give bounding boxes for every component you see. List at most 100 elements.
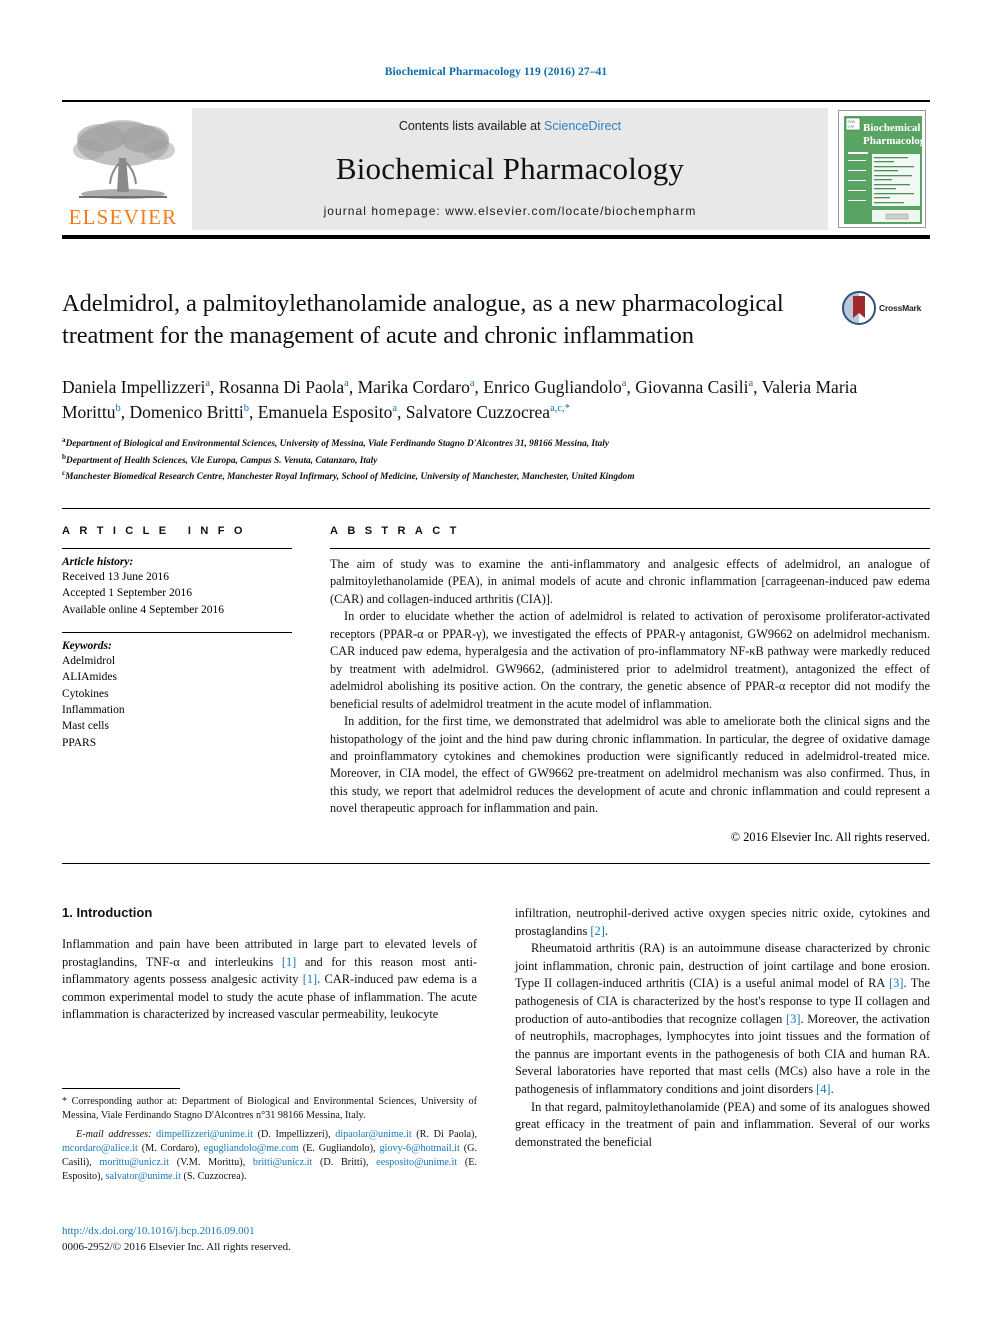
author-affiliation-marker: a — [469, 377, 475, 389]
email-link[interactable]: dipaolar@unime.it — [335, 1129, 411, 1140]
cover-image: ISSN 0006 Biochemical Pharmacology — [838, 110, 931, 228]
author-name: Daniela Impellizzeri — [62, 376, 206, 397]
article-first-page: Biochemical Pharmacology 119 (2016) 27–4… — [0, 0, 992, 1323]
email-link[interactable]: egugliandolo@me.com — [204, 1143, 299, 1154]
article-history-item: Received 13 June 2016 — [62, 571, 169, 583]
article-history-lines: Received 13 June 2016 Accepted 1 Septembe… — [62, 569, 292, 618]
abstract-paragraph: The aim of study was to examine the anti… — [330, 557, 930, 606]
crossmark-badge[interactable]: CrossMark — [842, 288, 930, 328]
keyword-item: Mast cells — [62, 720, 109, 733]
divider — [62, 631, 292, 633]
journal-title: Biochemical Pharmacology — [335, 150, 685, 186]
author-affiliation-marker: a — [748, 377, 754, 389]
svg-text:Biochemical: Biochemical — [863, 122, 920, 134]
email-link[interactable]: giovy-6@hotmail.it — [379, 1143, 459, 1154]
article-info-abstract-block: A R T I C L E I N F O Article history: R… — [62, 508, 930, 864]
elsevier-logo: ELSEVIER — [62, 108, 184, 230]
author-name: Marika Cordaro — [357, 376, 470, 397]
keyword-item: Inflammation — [62, 703, 125, 716]
email-link[interactable]: salvator@unime.it — [106, 1171, 181, 1182]
author-name: Rosanna Di Paola — [218, 376, 345, 397]
email-link[interactable]: dimpellizzeri@unime.it — [156, 1129, 253, 1140]
sciencedirect-band: Contents lists available at ScienceDirec… — [192, 108, 828, 230]
author-name: Giovanna Casili — [635, 376, 749, 397]
title-and-authors: Adelmidrol, a palmitoylethanolamide anal… — [62, 288, 930, 484]
abstract-body: The aim of study was to examine the anti… — [330, 556, 930, 818]
keyword-item: ALIAmides — [62, 671, 117, 684]
doi-and-issn: http://dx.doi.org/10.1016/j.bcp.2016.09.… — [62, 1224, 477, 1256]
journal-masthead: ELSEVIER Contents lists available at Sci… — [62, 100, 931, 239]
svg-text:Pharmacology: Pharmacology — [863, 135, 924, 147]
divider — [330, 548, 930, 549]
body-paragraph: Rheumatoid arthritis (RA) is an autoimmu… — [515, 941, 930, 1097]
author-name: Domenico Britti — [129, 402, 244, 423]
body-paragraph: infiltration, neutrophil-derived active … — [515, 906, 930, 938]
copyright-line: © 2016 Elsevier Inc. All rights reserved… — [730, 829, 930, 844]
affiliation-list: aDepartment of Biological and Environmen… — [62, 435, 930, 484]
keywords-lines: Adelmidrol ALIAmides Cytokines Inflammation… — [62, 653, 292, 751]
email-addresses-note: E-mail addresses: dimpellizzeri@unime.it… — [62, 1129, 478, 1183]
abstract-column: A B S T R A C T The aim of study was to … — [312, 525, 930, 845]
email-link[interactable]: morittu@unicz.it — [99, 1157, 169, 1168]
elsevier-tree-icon — [73, 120, 175, 199]
keywords-title: Keywords: — [62, 639, 112, 652]
corresponding-author-note: * Corresponding author at: Department of… — [62, 1096, 477, 1122]
body-paragraph: Inflammation and pain have been attribut… — [62, 937, 478, 1022]
citation-link[interactable]: [2] — [590, 924, 604, 938]
article-history-item: Accepted 1 September 2016 — [62, 587, 192, 600]
email-link[interactable]: mcordaro@alice.it — [62, 1143, 138, 1154]
elsevier-wordmark: ELSEVIER — [68, 205, 178, 229]
citation-link[interactable]: [4] — [816, 1082, 830, 1096]
sciencedirect-link[interactable]: ScienceDirect — [544, 119, 621, 133]
footnote-rule — [62, 1088, 180, 1089]
body-paragraph: In that regard, palmitoylethanolamide (P… — [515, 1099, 930, 1149]
keywords-block: Keywords: Adelmidrol ALIAmides Cytokines In… — [62, 631, 292, 751]
citation-link[interactable]: [3] — [786, 1012, 800, 1026]
author-name: Salvatore Cuzzocrea — [405, 402, 551, 423]
author-name: Emanuela Esposito — [257, 402, 393, 423]
journal-homepage-line[interactable]: journal homepage: www.elsevier.com/locat… — [324, 204, 697, 218]
footnote-block: * Corresponding author at: Department of… — [62, 1088, 477, 1184]
svg-text:ISSN: ISSN — [848, 120, 856, 124]
contents-prefix: Contents lists available at — [398, 119, 545, 133]
article-info-heading: A R T I C L E I N F O — [62, 525, 247, 537]
author-affiliation-marker: b — [243, 403, 249, 415]
intro-left-paragraphs: Inflammation and pain have been attribut… — [62, 936, 477, 1024]
citation-link[interactable]: [1] — [282, 955, 296, 969]
keyword-item: PPARS — [62, 736, 97, 749]
abstract-paragraph: In order to elucidate whether the action… — [330, 609, 930, 711]
divider — [62, 548, 292, 549]
journal-cover-thumbnail[interactable]: ISSN 0006 Biochemical Pharmacology — [834, 108, 931, 230]
email-link[interactable]: britti@unicz.it — [253, 1157, 312, 1168]
affiliation-line: cManchester Biomedical Research Centre, … — [62, 468, 635, 482]
author-affiliation-marker: a — [205, 377, 210, 389]
author-name: Enrico Gugliandolo — [483, 376, 622, 397]
email-link[interactable]: eesposito@unime.it — [376, 1157, 457, 1168]
crossmark-label: CrossMark — [879, 303, 922, 313]
citation-link[interactable]: [1] — [303, 972, 317, 986]
svg-text:0006: 0006 — [848, 125, 855, 129]
contents-available-line: Contents lists available at ScienceDirec… — [399, 119, 621, 133]
author-affiliation-marker: a — [621, 377, 627, 389]
running-head: Biochemical Pharmacology 119 (2016) 27–4… — [384, 66, 608, 78]
cover-artwork-icon: ISSN 0006 Biochemical Pharmacology — [842, 114, 931, 226]
section-title-introduction: 1. Introduction — [62, 905, 153, 920]
article-history-title: Article history: — [62, 556, 134, 568]
crossmark-icon — [842, 291, 876, 325]
keyword-item: Adelmidrol — [62, 654, 116, 667]
article-history-item: Available online 4 September 2016 — [62, 603, 225, 616]
author-affiliation-marker: a — [344, 377, 349, 389]
article-info-column: A R T I C L E I N F O Article history: R… — [62, 525, 312, 845]
abstract-heading: A B S T R A C T — [330, 525, 460, 537]
affiliation-line: aDepartment of Biological and Environmen… — [62, 436, 609, 450]
citation-link[interactable]: [3] — [889, 976, 903, 990]
email-addresses-label: E-mail addresses: — [76, 1129, 157, 1141]
intro-right-paragraphs: infiltration, neutrophil-derived active … — [515, 905, 930, 1152]
doi-link[interactable]: http://dx.doi.org/10.1016/j.bcp.2016.09.… — [62, 1224, 477, 1240]
author-affiliation-marker: a — [392, 403, 398, 415]
author-list: Daniela Impellizzeria, Rosanna Di Paolaa… — [62, 376, 858, 423]
author-affiliation-marker: b — [115, 403, 121, 415]
abstract-paragraph: In addition, for the first time, we demo… — [330, 714, 930, 816]
issn-copyright: 0006-2952/© 2016 Elsevier Inc. All right… — [62, 1240, 291, 1253]
article-title: Adelmidrol, a palmitoylethanolamide anal… — [62, 290, 784, 350]
